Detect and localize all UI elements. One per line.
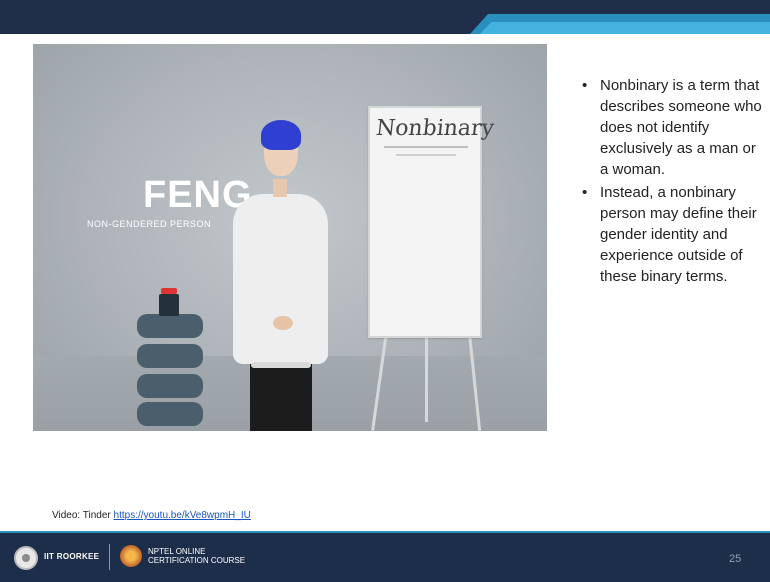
video-credit: Video: Tinder https://youtu.be/kVe8wpmH_…: [52, 510, 251, 521]
nptel-course-label: NPTEL ONLINE CERTIFICATION COURSE: [148, 547, 245, 565]
top-banner: [0, 0, 770, 34]
footer-bar: [0, 533, 770, 582]
person-neck: [273, 179, 287, 197]
whiteboard: Nonbinary: [368, 106, 495, 338]
video-link[interactable]: https://youtu.be/kVe8wpmH_IU: [114, 510, 251, 521]
stool-disk-low: [137, 374, 203, 398]
person-coat: [233, 194, 328, 364]
easel-leg-back: [425, 332, 428, 422]
speaker-subtitle: NON-GENDERED PERSON: [87, 219, 212, 229]
nptel-logo-icon: [120, 545, 142, 567]
stool-disk-bottom: [137, 402, 203, 426]
whiteboard-title: Nonbinary: [374, 116, 496, 141]
page-number: 25: [729, 553, 742, 565]
whiteboard-scribble: [384, 146, 468, 148]
footer-divider: [109, 544, 110, 570]
person-hands: [273, 316, 293, 330]
stool-disk-top: [137, 314, 203, 338]
whiteboard-scribble-2: [396, 154, 456, 156]
stool-seat: [251, 362, 311, 368]
top-banner-accent-light: [480, 22, 770, 34]
nptel-line-2: CERTIFICATION COURSE: [148, 556, 246, 565]
institute-name: IIT ROORKEE: [44, 552, 100, 561]
stool-disk-middle: [137, 344, 203, 368]
nptel-line-1: NPTEL ONLINE: [148, 547, 206, 556]
credit-label: Video: Tinder: [52, 510, 114, 521]
video-frame[interactable]: FENG NON-GENDERED PERSON Nonbinary: [33, 44, 547, 431]
bullet-list: Nonbinary is a term that describes someo…: [578, 75, 763, 289]
pen-cup: [159, 294, 179, 316]
bullet-item: Nonbinary is a term that describes someo…: [578, 75, 763, 180]
person-hair: [261, 120, 301, 150]
bullet-item: Instead, a nonbinary person may define t…: [578, 182, 763, 287]
iit-roorkee-logo-icon: [14, 546, 38, 570]
